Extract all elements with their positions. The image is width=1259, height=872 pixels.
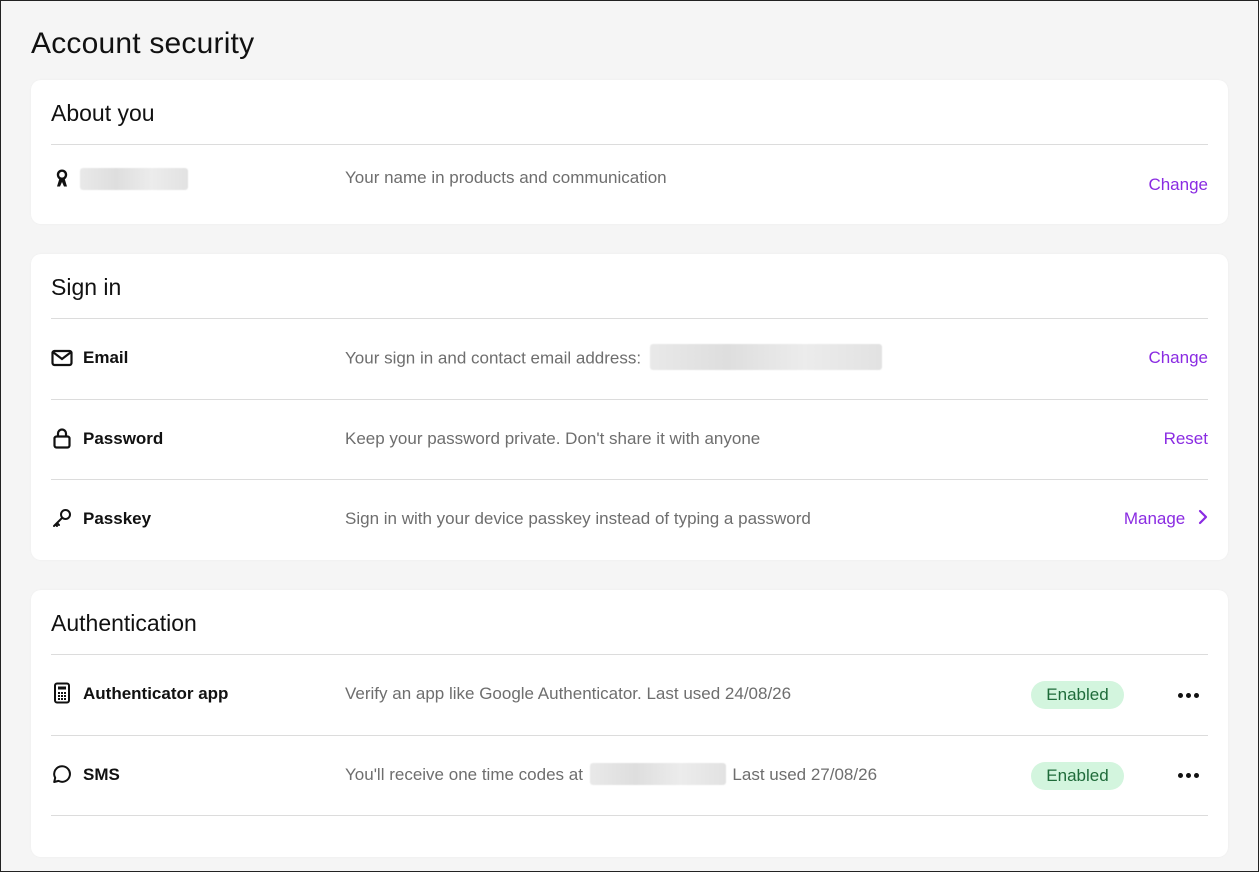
password-description: Keep your password private. Don't share … [345, 429, 761, 448]
authenticator-app-label: Authenticator app [83, 684, 229, 703]
about-you-title: About you [51, 100, 155, 126]
sms-description: You'll receive one time codes at Last us… [345, 763, 878, 786]
key-icon [51, 507, 73, 529]
authenticator-app-row: Authenticator app Verify an app like Goo… [51, 654, 1208, 734]
change-name-button[interactable]: Change [1148, 175, 1208, 195]
email-value [649, 344, 882, 370]
more-options-button[interactable] [1171, 763, 1205, 787]
sign-in-card: Sign in Email Your sign in and contact e… [31, 254, 1228, 560]
phone-number-value [589, 763, 726, 786]
email-row: Email Your sign in and contact email add… [51, 318, 1208, 398]
change-email-button[interactable]: Change [1148, 348, 1208, 368]
reset-password-button[interactable]: Reset [1164, 429, 1208, 449]
sms-label: SMS [83, 765, 120, 784]
authentication-title: Authentication [51, 610, 197, 636]
sms-description-prefix: You'll receive one time codes at [345, 765, 583, 784]
mail-icon [51, 347, 73, 369]
chat-bubble-icon [51, 763, 73, 785]
status-badge: Enabled [1031, 762, 1124, 790]
email-description-text: Your sign in and contact email address: [345, 348, 642, 368]
more-options-button[interactable] [1171, 683, 1205, 707]
more-dots-icon [1193, 692, 1199, 698]
manage-passkey-label: Manage [1123, 509, 1186, 528]
authenticator-app-description: Verify an app like Google Authenticator.… [345, 684, 792, 703]
password-row: Password Keep your password private. Don… [51, 399, 1208, 479]
more-dots-icon [1177, 772, 1183, 778]
manage-passkey-button[interactable]: Manage [1124, 509, 1208, 530]
status-badge: Enabled [1031, 681, 1124, 709]
more-dots-icon [1185, 692, 1191, 698]
passkey-label: Passkey [83, 509, 152, 528]
sign-in-title: Sign in [51, 274, 122, 300]
more-dots-icon [1177, 692, 1183, 698]
name-description: Your name in products and communication [345, 168, 667, 187]
more-dots-icon [1193, 772, 1199, 778]
email-label: Email [83, 348, 129, 367]
password-label: Password [83, 429, 164, 448]
calculator-icon [51, 682, 73, 704]
name-row: Your name in products and communication … [51, 144, 1208, 224]
passkey-description: Sign in with your device passkey instead… [345, 509, 811, 528]
email-description: Your sign in and contact email address: [345, 344, 882, 370]
sms-row: SMS You'll receive one time codes at Las… [51, 735, 1208, 815]
authentication-card: Authentication Authenticator app Verify … [31, 590, 1228, 857]
sms-description-suffix: Last used 27/08/26 [732, 765, 878, 784]
user-icon [51, 167, 73, 189]
lock-icon [51, 427, 73, 449]
page-title: Account security [31, 27, 255, 60]
passkey-row: Passkey Sign in with your device passkey… [51, 479, 1208, 559]
divider [51, 815, 1208, 816]
name-value [80, 168, 188, 190]
about-you-card: About you Your name in products and comm… [31, 80, 1228, 224]
more-dots-icon [1185, 772, 1191, 778]
chevron-right-icon [1198, 509, 1208, 530]
